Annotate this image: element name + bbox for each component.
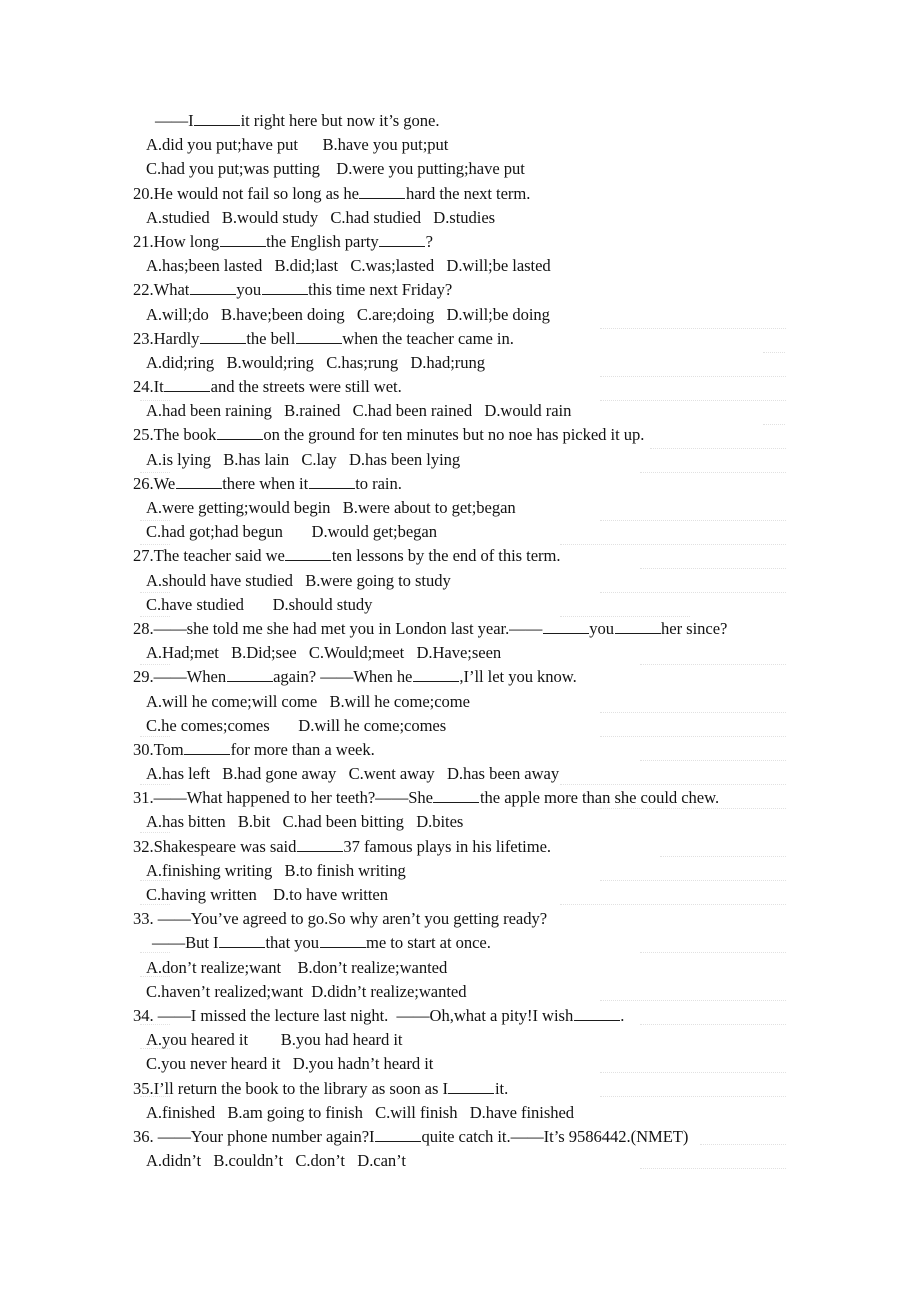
- worksheet-line-q22-stem: 22.What you this time next Friday?: [133, 280, 453, 300]
- fill-in-blank: [285, 547, 332, 562]
- worksheet-line-q27-ab: A.should have studied B.were going to st…: [146, 570, 451, 590]
- worksheet-line-q31-opts: A.has bitten B.bit C.had been bitting D.…: [146, 812, 464, 832]
- worksheet-line-q34-stem: 34. ——I missed the lecture last night. —…: [133, 1005, 625, 1025]
- worksheet-line-q29-stem: 29.——When again? ——When he ,I’ll let you k…: [133, 667, 577, 687]
- worksheet-line-q21-opts: A.has;been lasted B.did;last C.was;laste…: [146, 256, 551, 276]
- worksheet-line-q26-cd: C.had got;had begun D.would get;began: [146, 522, 437, 542]
- worksheet-line-q26-ab: A.were getting;would begin B.were about …: [146, 498, 516, 517]
- worksheet-page: ——I it right here but now it’s gone. A.did…: [0, 0, 920, 1173]
- fill-in-blank: [296, 837, 343, 852]
- fill-in-blank: [216, 426, 263, 441]
- worksheet-line-q21-stem: 21.How long the English party?: [133, 231, 433, 251]
- fill-in-blank: [199, 329, 246, 344]
- fill-in-blank: [184, 740, 231, 755]
- worksheet-line-q27-stem: 27.The teacher said we ten lessons by the…: [133, 546, 561, 566]
- fill-in-blank: [164, 377, 211, 393]
- fill-in-blank: [226, 668, 273, 683]
- worksheet-line-q36-stem: 36. ——Your phone number again?I quite cat…: [133, 1126, 689, 1146]
- worksheet-line-q33-stem: 33. ——You’ve agreed to go.So why aren’t …: [133, 909, 548, 929]
- worksheet-line-q35-opts: A.finished B.am going to finish C.will f…: [146, 1102, 575, 1122]
- fill-in-blank: [374, 1127, 421, 1142]
- worksheet-line-q25-opts: A.is lying B.has lain C.lay D.has been l…: [146, 449, 461, 469]
- fill-in-blank: [359, 184, 406, 199]
- fill-in-blank: [295, 329, 342, 344]
- worksheet-line-q19-ab: A.did you put;have put B.have you put;pu…: [146, 135, 449, 155]
- worksheet-line-q19-stem: ——I it right here but now it’s gone.: [155, 111, 440, 130]
- worksheet-line-q24-opts: A.had been raining B.rained C.had been r…: [146, 401, 572, 421]
- worksheet-line-q19-cd: C.had you put;was putting D.were you put…: [146, 159, 525, 179]
- worksheet-line-q36-opts: A.didn’t B.couldn’t C.don’t D.can’t: [146, 1151, 406, 1171]
- worksheet-line-q28-opts: A.Had;met B.Did;see C.Would;meet D.Have;…: [146, 643, 502, 663]
- worksheet-line-q30-stem: 30.Tom for more than a week.: [133, 739, 375, 759]
- worksheet-line-q31-stem: 31.——What happened to her teeth?——She the…: [133, 788, 720, 808]
- worksheet-line-q22-opts: A.will;do B.have;been doing C.are;doing …: [146, 304, 550, 324]
- fill-in-blank: [448, 1079, 495, 1094]
- worksheet-line-q27-cd: C.have studied D.should study: [146, 594, 373, 614]
- worksheet-line-q33-cd: C.haven’t realized;want D.didn’t realize…: [146, 981, 467, 1001]
- fill-in-blank: [308, 474, 355, 489]
- worksheet-line-q26-stem: 26.We there when it to rain.: [133, 473, 402, 493]
- fill-in-blank: [219, 232, 266, 247]
- worksheet-line-q35-stem: 35.I’ll return the book to the library a…: [133, 1078, 509, 1098]
- fill-in-blank: [261, 281, 308, 296]
- fill-in-blank: [189, 281, 236, 296]
- worksheet-line-q32-cd: C.having written D.to have written: [146, 885, 388, 904]
- worksheet-line-q34-ab: A.you heared it B.you had heard it: [146, 1030, 403, 1050]
- worksheet-line-q34-cd: C.you never heard it D.you hadn’t heard …: [146, 1054, 434, 1074]
- worksheet-line-q28-stem: 28.——she told me she had met you in Lond…: [133, 618, 728, 638]
- worksheet-line-q23-stem: 23.Hardly the bell when the teacher came i…: [133, 328, 514, 348]
- fill-in-blank: [319, 934, 366, 949]
- fill-in-blank: [194, 111, 241, 126]
- worksheet-line-q32-ab: A.finishing writing B.to finish writing: [146, 860, 406, 880]
- fill-in-blank: [433, 789, 480, 804]
- fill-in-blank: [219, 934, 265, 949]
- worksheet-line-q23-opts: A.did;ring B.would;ring C.has;rung D.had…: [146, 352, 485, 372]
- worksheet-line-q20-opts: A.studied B.would study C.had studied D.…: [146, 207, 496, 227]
- fill-in-blank: [175, 474, 222, 489]
- worksheet-line-q33-stem2: ——But Ithat you me to start at once.: [152, 933, 491, 953]
- fill-in-blank: [412, 668, 459, 683]
- worksheet-line-q33-ab: A.don’t realize;want B.don’t realize;wan…: [146, 957, 448, 977]
- worksheet-line-q29-ab: A.will he come;will come B.will he come;…: [146, 691, 470, 711]
- worksheet-line-q30-opts: A.has left B.had gone away C.went away D…: [146, 764, 560, 784]
- fill-in-blank: [542, 619, 589, 634]
- fill-in-blank: [379, 232, 426, 247]
- fill-in-blank: [614, 619, 661, 634]
- fill-in-blank: [573, 1006, 620, 1021]
- worksheet-line-q29-cd: C.he comes;comes D.will he come;comes: [146, 715, 447, 735]
- worksheet-line-q24-stem: 24.It and the streets were still wet.: [133, 377, 402, 397]
- worksheet-line-q25-stem: 25.The book on the ground for ten minutes…: [133, 425, 645, 445]
- worksheet-line-q32-stem: 32.Shakespeare was said 37 famous plays i…: [133, 836, 551, 856]
- worksheet-line-q20-stem: 20.He would not fail so long as he hard t…: [133, 183, 531, 203]
